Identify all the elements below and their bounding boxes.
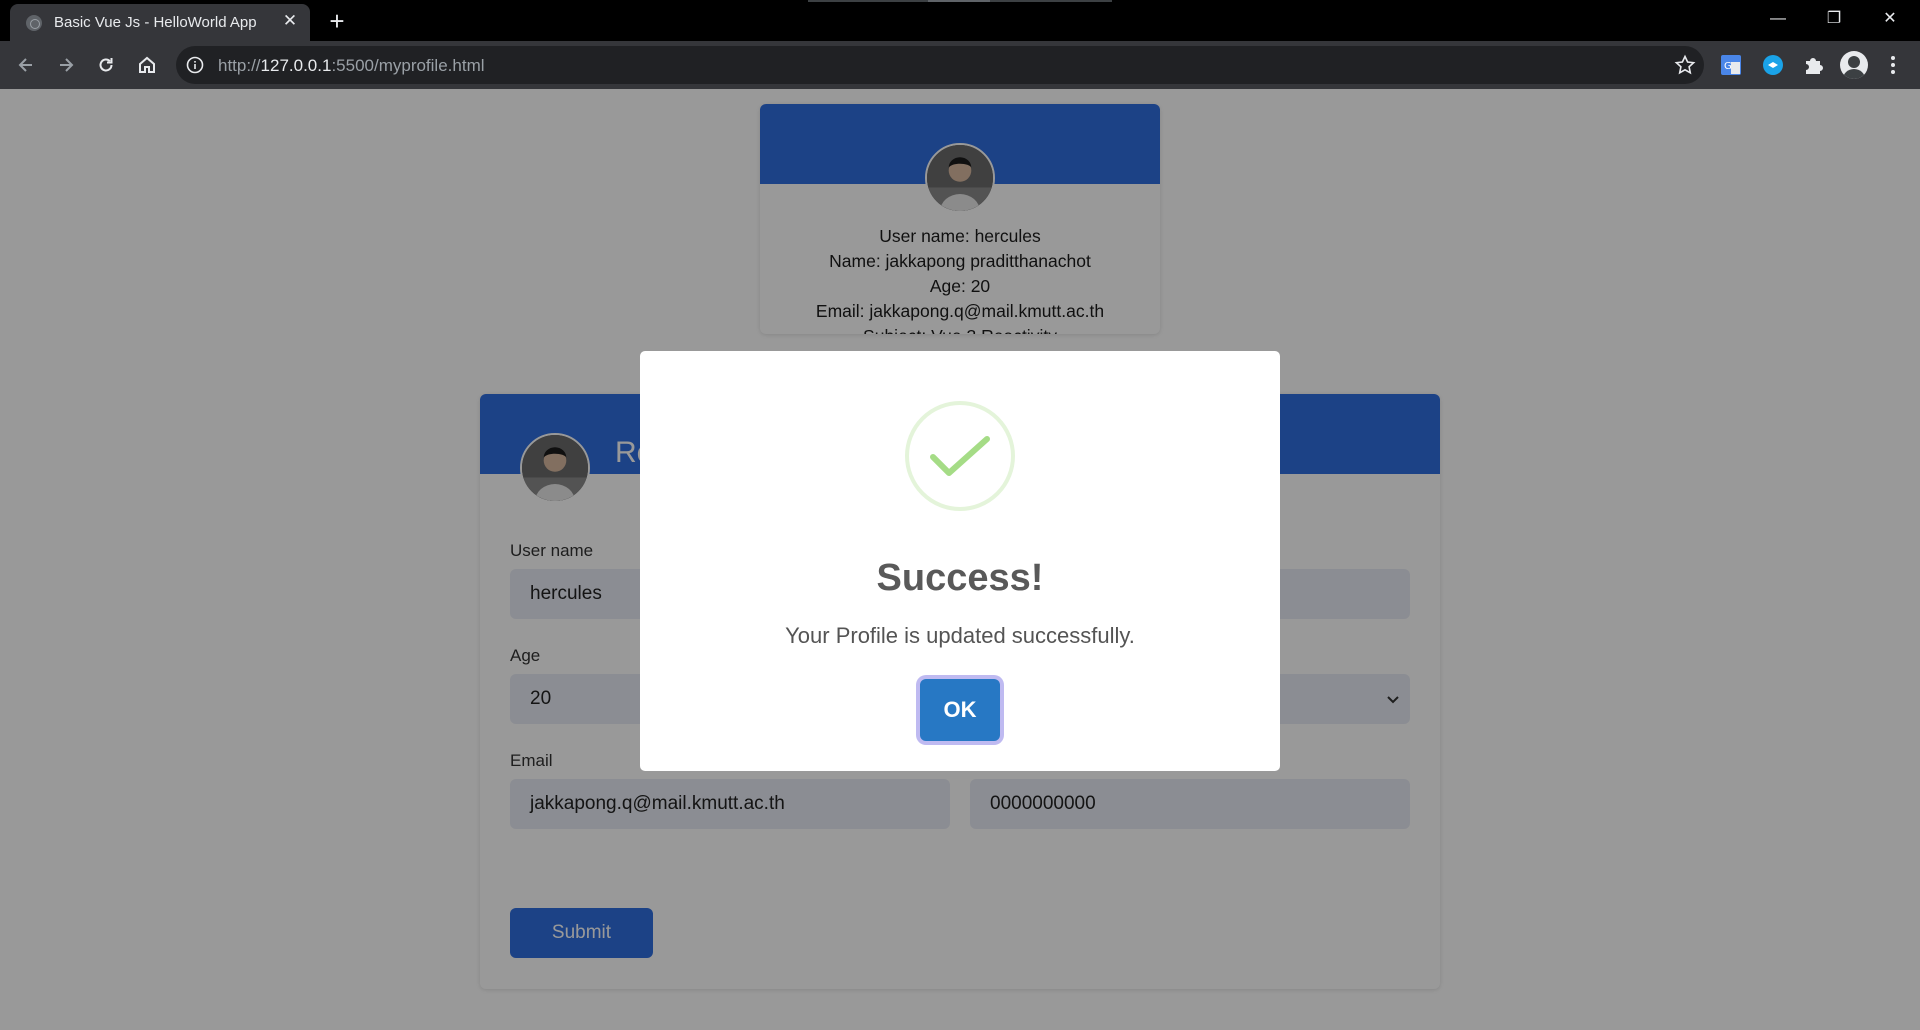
globe-icon xyxy=(26,15,42,31)
browser-title-bar: Basic Vue Js - HelloWorld App ✕ + — ❐ ✕ xyxy=(0,0,1920,41)
tab-title: Basic Vue Js - HelloWorld App xyxy=(54,14,257,31)
info-icon[interactable] xyxy=(186,56,204,74)
restore-button[interactable]: ❐ xyxy=(1806,0,1862,38)
home-icon xyxy=(139,56,155,73)
translate-extension-icon[interactable]: G xyxy=(1720,54,1742,76)
checkmark-icon xyxy=(930,436,990,476)
kebab-menu-icon[interactable] xyxy=(1882,54,1904,76)
reload-button[interactable] xyxy=(90,49,122,81)
tab-close-icon[interactable]: ✕ xyxy=(280,11,300,31)
ok-button[interactable]: OK xyxy=(920,679,1000,741)
svg-text:G: G xyxy=(1724,61,1732,72)
success-dialog: Success! Your Profile is updated success… xyxy=(640,351,1280,771)
puzzle-extensions-icon[interactable] xyxy=(1802,54,1824,76)
close-window-button[interactable]: ✕ xyxy=(1862,0,1918,38)
dialog-message: Your Profile is updated successfully. xyxy=(785,623,1135,648)
forward-button[interactable] xyxy=(50,49,82,81)
arrow-left-icon xyxy=(18,58,32,72)
url-scheme: http:// xyxy=(218,56,261,75)
url-text: http://127.0.0.1:5500/myprofile.html xyxy=(218,56,485,76)
dialog-title: Success! xyxy=(876,557,1044,599)
success-check-icon xyxy=(905,401,1015,511)
minimize-button[interactable]: — xyxy=(1750,0,1806,38)
url-host: 127.0.0.1 xyxy=(260,56,332,75)
user-avatar-icon xyxy=(1843,56,1865,79)
profile-avatar-button[interactable] xyxy=(1840,51,1868,79)
extension-blue-icon[interactable] xyxy=(1762,54,1784,76)
address-bar[interactable]: http://127.0.0.1:5500/myprofile.html xyxy=(176,46,1704,84)
new-tab-button[interactable]: + xyxy=(323,8,351,36)
home-button[interactable] xyxy=(131,49,163,81)
back-button[interactable] xyxy=(10,49,42,81)
reload-icon xyxy=(99,58,113,72)
title-bar-divider-accent xyxy=(928,0,990,2)
browser-tab[interactable]: Basic Vue Js - HelloWorld App ✕ xyxy=(10,4,310,41)
page-viewport: User name: hercules Name: jakkapong prad… xyxy=(0,89,1920,1030)
arrow-right-icon xyxy=(60,58,74,72)
bookmark-star-icon[interactable] xyxy=(1674,54,1696,76)
url-path: :5500/myprofile.html xyxy=(331,56,485,75)
browser-toolbar: http://127.0.0.1:5500/myprofile.html G xyxy=(0,41,1920,89)
